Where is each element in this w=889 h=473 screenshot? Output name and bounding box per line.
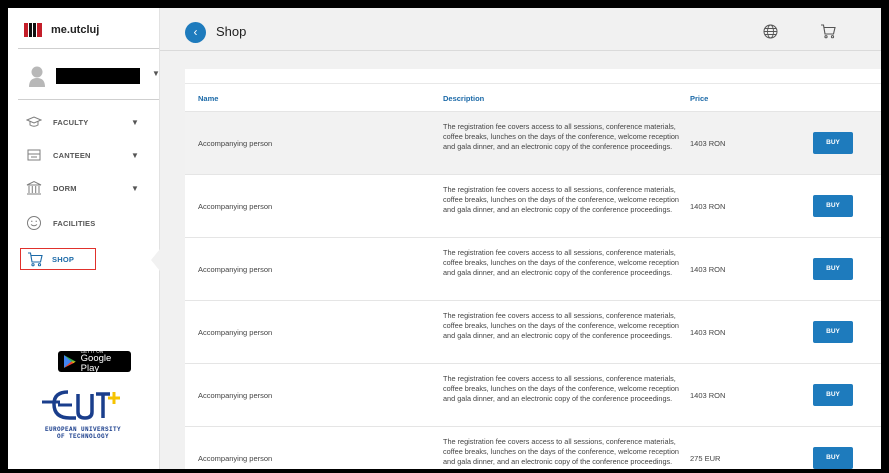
column-header-price: Price <box>690 94 709 103</box>
shop-table: Name Description Price Accompanying pers… <box>185 69 881 469</box>
chevron-down-icon[interactable]: ▼ <box>131 184 139 193</box>
product-name: Accompanying person <box>198 454 273 463</box>
google-play-badge[interactable]: GET IT ON Google Play <box>58 349 131 374</box>
cart-icon[interactable] <box>820 23 836 39</box>
user-menu[interactable]: ▼ <box>28 65 160 87</box>
google-play-text: GET IT ON Google Play <box>80 349 131 374</box>
cart-icon <box>28 252 43 267</box>
brand[interactable]: me.utcluj <box>24 23 99 37</box>
product-description: The registration fee covers access to al… <box>443 437 679 466</box>
product-price: 1403 RON <box>690 139 726 148</box>
app-window: me.utcluj ▼ FACULTY ▼ CANTEEN ▼ DORM ▼ F… <box>8 8 881 469</box>
buy-button[interactable]: BUY <box>813 258 853 280</box>
utcluj-logo-icon <box>24 23 42 37</box>
table-header: Name Description Price <box>185 83 881 103</box>
sidebar: me.utcluj ▼ FACULTY ▼ CANTEEN ▼ DORM ▼ F… <box>8 8 160 469</box>
sidebar-item-label: FACULTY <box>53 117 89 127</box>
product-price: 275 EUR <box>690 454 721 463</box>
product-description: The registration fee covers access to al… <box>443 311 679 340</box>
product-name: Accompanying person <box>198 391 273 400</box>
column-header-description: Description <box>443 94 485 103</box>
chevron-down-icon[interactable]: ▼ <box>131 118 139 127</box>
sidebar-item-label: CANTEEN <box>53 150 91 160</box>
buy-button[interactable]: BUY <box>813 195 853 217</box>
globe-icon[interactable] <box>763 24 778 39</box>
chevron-left-icon: ‹ <box>193 25 198 39</box>
table-row: Accompanying person The registration fee… <box>185 111 881 174</box>
divider <box>160 50 881 51</box>
product-name: Accompanying person <box>198 265 273 274</box>
sidebar-item-facilities[interactable]: FACILITIES <box>26 213 95 233</box>
sidebar-item-label: DORM <box>53 183 77 193</box>
back-button[interactable]: ‹ <box>185 22 206 43</box>
buy-button[interactable]: BUY <box>813 321 853 343</box>
sidebar-item-label: FACILITIES <box>53 218 96 228</box>
google-play-label: Google Play <box>80 353 112 374</box>
product-price: 1403 RON <box>690 265 726 274</box>
sidebar-item-shop[interactable]: SHOP <box>20 248 96 270</box>
chevron-down-icon[interactable]: ▼ <box>131 151 139 160</box>
product-price: 1403 RON <box>690 202 726 211</box>
product-name: Accompanying person <box>198 328 273 337</box>
avatar-icon <box>29 66 45 87</box>
top-bar: ‹ Shop <box>160 8 881 50</box>
product-description: The registration fee covers access to al… <box>443 122 679 151</box>
brand-name: me.utcluj <box>51 24 100 36</box>
table-row: Accompanying person The registration fee… <box>185 300 881 363</box>
sidebar-item-label: SHOP <box>52 254 75 264</box>
eut-logo-icon <box>42 390 120 420</box>
table-row: Accompanying person The registration fee… <box>185 174 881 237</box>
canteen-icon <box>27 149 41 161</box>
google-play-icon <box>64 355 76 368</box>
chevron-down-icon: ▼ <box>152 69 160 78</box>
table-row: Accompanying person The registration fee… <box>185 363 881 426</box>
column-header-name: Name <box>198 94 219 103</box>
graduation-cap-icon <box>26 116 42 127</box>
page-title: Shop <box>216 24 247 39</box>
product-description: The registration fee covers access to al… <box>443 248 679 277</box>
product-description: The registration fee covers access to al… <box>443 185 679 214</box>
product-description: The registration fee covers access to al… <box>443 374 679 403</box>
divider <box>18 48 159 49</box>
product-price: 1403 RON <box>690 328 726 337</box>
table-row: Accompanying person The registration fee… <box>185 426 881 469</box>
divider <box>18 99 159 100</box>
active-indicator <box>151 249 160 271</box>
smiley-icon <box>27 216 41 230</box>
buy-button[interactable]: BUY <box>813 132 853 154</box>
sidebar-item-canteen[interactable]: CANTEEN <box>26 145 91 165</box>
product-price: 1403 RON <box>690 391 726 400</box>
eut-caption: EUROPEAN UNIVERSITY OF TECHNOLOGY <box>30 426 136 440</box>
eut-caption-line2: OF TECHNOLOGY <box>56 433 109 440</box>
eut-caption-line1: EUROPEAN UNIVERSITY <box>44 426 121 433</box>
sidebar-item-dorm[interactable]: DORM <box>26 178 77 198</box>
product-name: Accompanying person <box>198 139 273 148</box>
product-name: Accompanying person <box>198 202 273 211</box>
table-row: Accompanying person The registration fee… <box>185 237 881 300</box>
building-icon <box>26 180 42 195</box>
user-name-redacted <box>56 68 140 84</box>
buy-button[interactable]: BUY <box>813 447 853 469</box>
buy-button[interactable]: BUY <box>813 384 853 406</box>
sidebar-item-faculty[interactable]: FACULTY <box>26 112 88 132</box>
